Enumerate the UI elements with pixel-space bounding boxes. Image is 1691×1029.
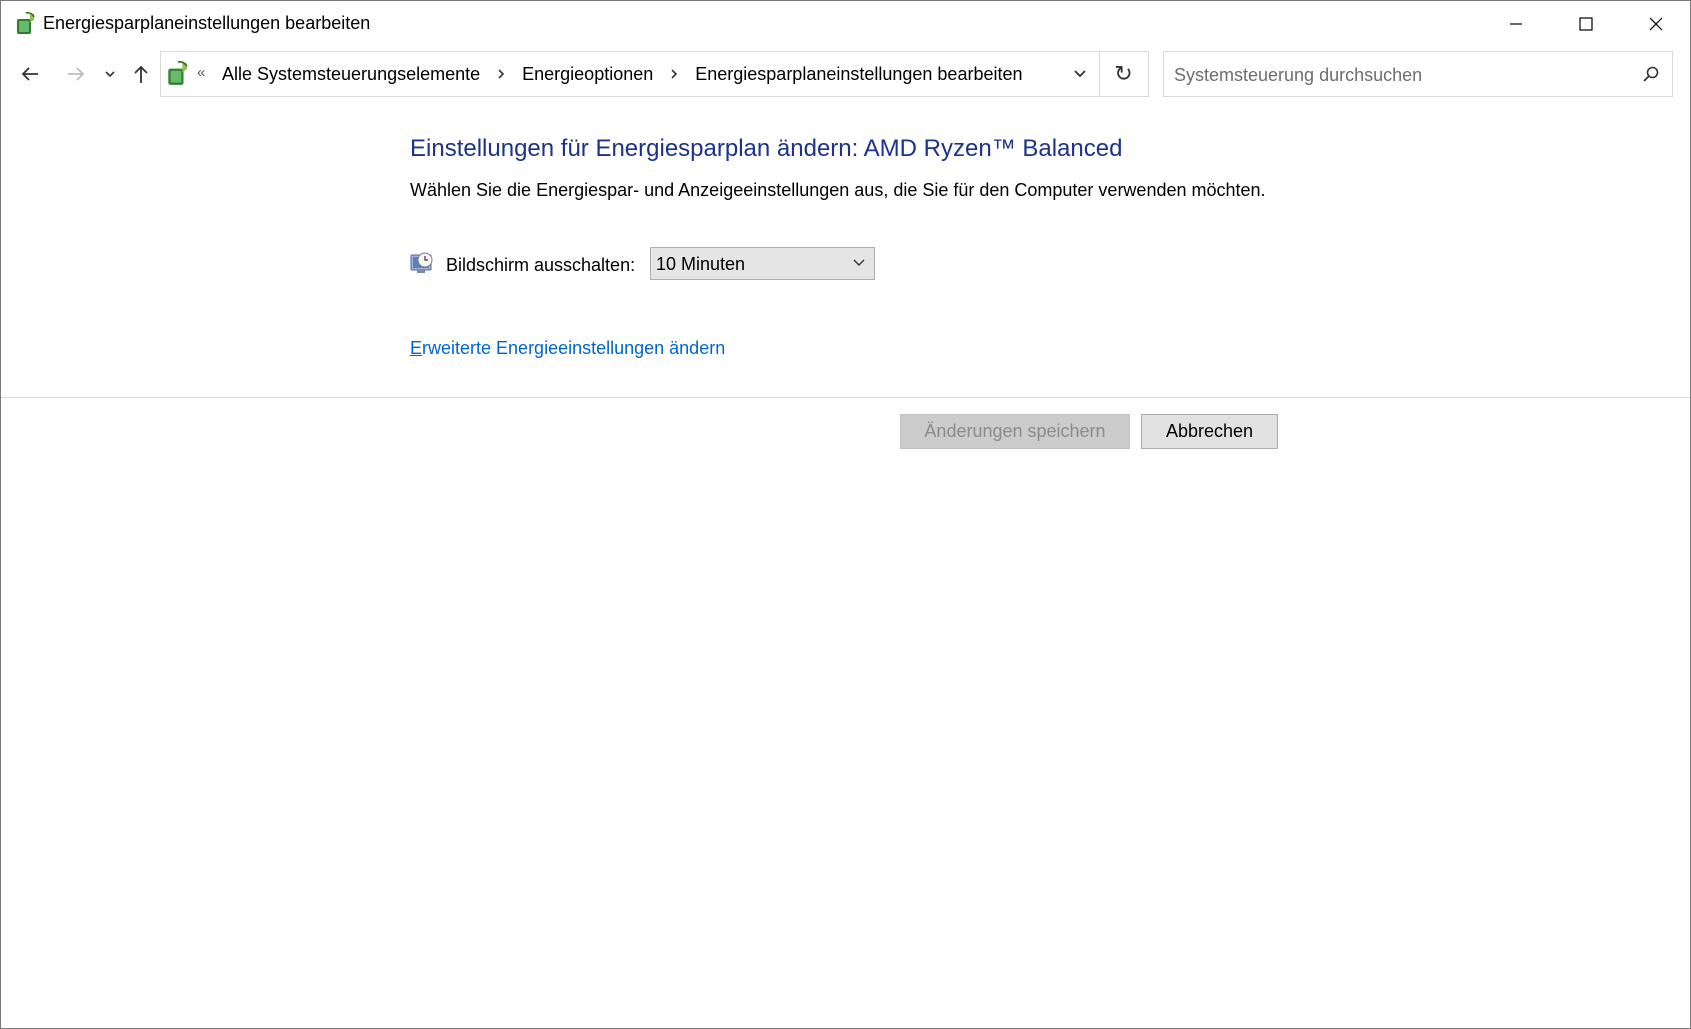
window: Energiesparplaneinstellungen bearbeiten bbox=[0, 0, 1691, 1029]
chevron-right-icon bbox=[671, 69, 678, 79]
search-placeholder: Systemsteuerung durchsuchen bbox=[1174, 65, 1423, 85]
arrow-left-icon bbox=[21, 67, 38, 81]
breadcrumb-overflow[interactable]: « bbox=[197, 64, 205, 81]
address-bar[interactable]: « Alle Systemsteuerungselemente Energieo… bbox=[160, 51, 1100, 97]
title-bar: Energiesparplaneinstellungen bearbeiten bbox=[1, 1, 1690, 47]
chevron-right-icon bbox=[498, 69, 505, 79]
recent-locations-button[interactable] bbox=[99, 59, 121, 89]
monitor-clock-icon bbox=[410, 252, 433, 273]
arrow-up-icon bbox=[134, 65, 148, 83]
window-title: Energiesparplaneinstellungen bearbeiten bbox=[43, 13, 371, 33]
maximize-icon bbox=[1579, 17, 1593, 31]
breadcrumb: Alle Systemsteuerungselemente Energieopt… bbox=[218, 52, 1027, 96]
navigation-bar: « Alle Systemsteuerungselemente Energieo… bbox=[1, 47, 1690, 103]
minimize-icon bbox=[1510, 23, 1522, 25]
save-button[interactable]: Änderungen speichern bbox=[900, 414, 1130, 449]
chevron-down-icon bbox=[853, 259, 865, 266]
chevron-down-icon bbox=[1074, 70, 1086, 78]
advanced-settings-link-text: rweiterte Energieeinstellungen ändern bbox=[422, 338, 726, 358]
advanced-settings-link[interactable]: Erweiterte Energieeinstellungen ändern bbox=[410, 338, 725, 359]
cancel-button[interactable]: Abbrechen bbox=[1141, 414, 1278, 449]
breadcrumb-item-power-options[interactable]: Energieoptionen bbox=[518, 64, 657, 85]
display-off-value: 10 Minuten bbox=[656, 254, 746, 274]
address-dropdown-button[interactable] bbox=[1061, 52, 1099, 96]
search-icon[interactable] bbox=[1642, 65, 1660, 83]
search-input[interactable]: Systemsteuerung durchsuchen bbox=[1163, 51, 1673, 97]
up-button[interactable] bbox=[126, 59, 156, 89]
breadcrumb-item-edit-plan[interactable]: Energiesparplaneinstellungen bearbeiten bbox=[691, 64, 1026, 85]
main-content: Einstellungen für Energiesparplan ändern… bbox=[1, 103, 1690, 1028]
minimize-button[interactable] bbox=[1481, 1, 1551, 47]
power-options-icon bbox=[168, 61, 188, 85]
breadcrumb-item-all-items[interactable]: Alle Systemsteuerungselemente bbox=[218, 64, 484, 85]
power-options-icon bbox=[17, 12, 35, 34]
chevron-down-icon bbox=[105, 71, 115, 78]
close-button[interactable] bbox=[1621, 1, 1691, 47]
advanced-settings-link-accel: E bbox=[410, 338, 423, 358]
divider bbox=[1, 397, 1690, 398]
arrow-right-icon bbox=[68, 67, 85, 81]
display-off-select[interactable]: 10 Minuten bbox=[650, 247, 875, 280]
breadcrumb-separator[interactable] bbox=[490, 68, 512, 80]
maximize-button[interactable] bbox=[1551, 1, 1621, 47]
refresh-button[interactable]: ↻ bbox=[1099, 51, 1149, 97]
back-button[interactable] bbox=[15, 59, 45, 89]
forward-button[interactable] bbox=[61, 59, 91, 89]
display-off-label: Bildschirm ausschalten: bbox=[446, 255, 636, 275]
page-title: Einstellungen für Energiesparplan ändern… bbox=[410, 135, 1123, 162]
page-subtitle: Wählen Sie die Energiespar- und Anzeigee… bbox=[410, 180, 1266, 200]
refresh-icon: ↻ bbox=[1114, 61, 1133, 86]
breadcrumb-separator[interactable] bbox=[663, 68, 685, 80]
close-icon bbox=[1649, 17, 1663, 31]
